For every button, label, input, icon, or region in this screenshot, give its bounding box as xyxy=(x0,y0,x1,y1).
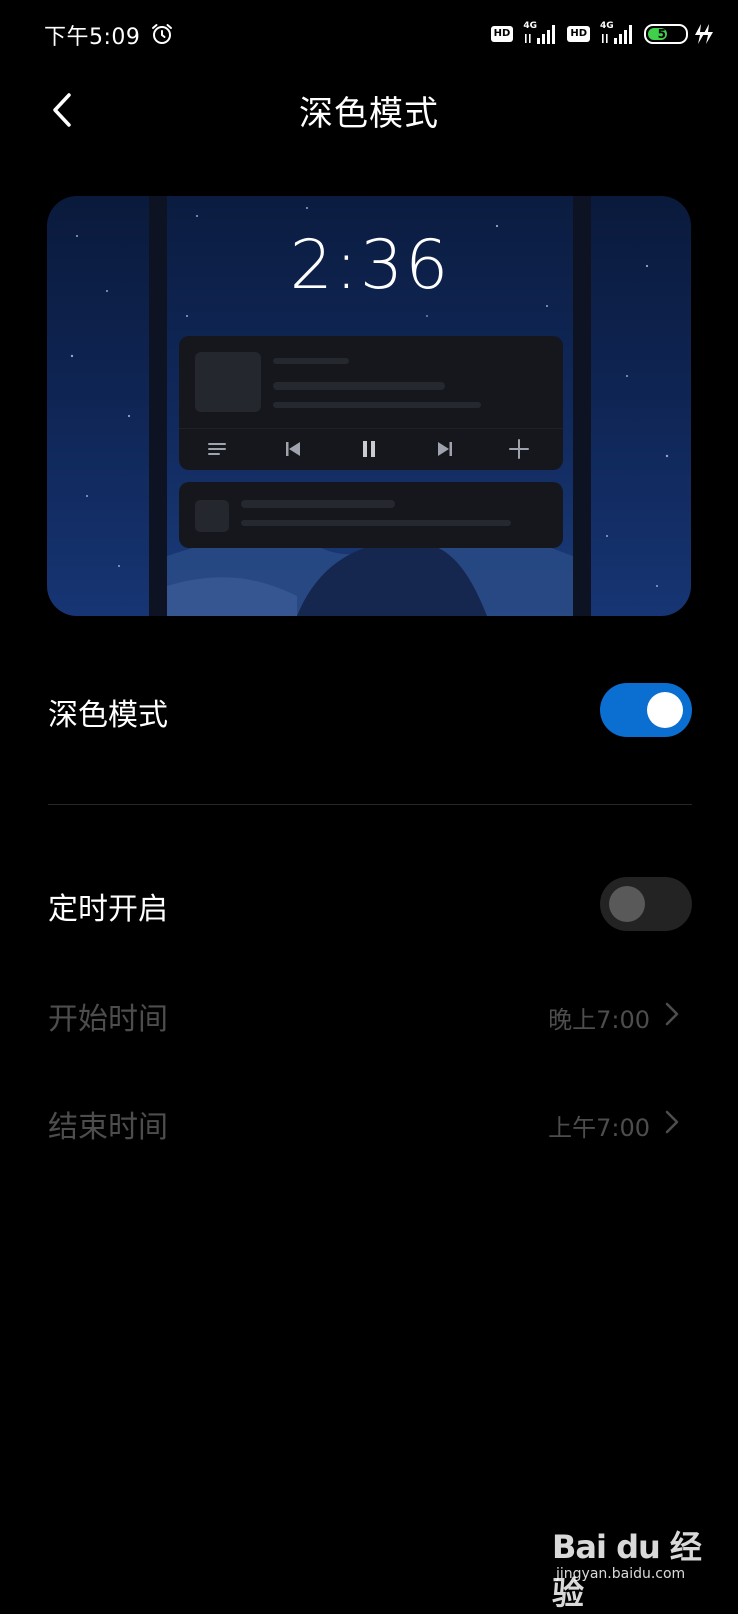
dark-mode-row[interactable]: 深色模式 xyxy=(48,670,692,750)
dark-mode-preview: 2:36 xyxy=(47,196,691,616)
text-placeholder xyxy=(273,358,349,364)
pause-icon xyxy=(355,435,383,463)
chevron-right-icon xyxy=(665,1110,679,1134)
start-time-row[interactable]: 开始时间 晚上7:00 xyxy=(48,974,692,1054)
scheduled-label: 定时开启 xyxy=(48,892,168,927)
phone-screen: 2:36 xyxy=(167,196,573,616)
text-placeholder xyxy=(273,382,445,390)
text-placeholder xyxy=(241,520,511,526)
scheduled-toggle[interactable] xyxy=(600,877,692,931)
hd-badge: HD xyxy=(490,26,514,42)
add-icon xyxy=(505,435,533,463)
battery-icon: 52 xyxy=(644,24,688,44)
dark-mode-label: 深色模式 xyxy=(48,698,168,733)
playlist-icon xyxy=(203,435,231,463)
text-placeholder xyxy=(273,402,481,408)
alarm-icon xyxy=(152,24,172,44)
charging-icon xyxy=(695,24,713,44)
page-title: 深色模式 xyxy=(299,94,439,134)
status-bar: 下午5:09 HD 4G HD 4G 52 xyxy=(0,0,738,70)
signal-icon: 4G xyxy=(600,21,634,46)
phone-bezel xyxy=(149,196,167,616)
next-icon xyxy=(431,435,459,463)
previous-icon xyxy=(279,435,307,463)
app-icon-placeholder xyxy=(195,500,229,532)
music-controls xyxy=(179,428,563,469)
start-time-value: 晚上7:00 xyxy=(548,1006,650,1034)
watermark-url: jingyan.baidu.com xyxy=(556,1566,686,1582)
hd-badge: HD xyxy=(567,26,590,42)
end-time-label: 结束时间 xyxy=(48,1110,168,1145)
section-divider xyxy=(48,804,692,805)
notification-card xyxy=(179,482,563,548)
status-indicators: HD 4G HD 4G 52 xyxy=(490,20,688,48)
text-placeholder xyxy=(241,500,395,508)
preview-clock: 2:36 xyxy=(289,226,451,305)
phone-bezel xyxy=(573,196,591,616)
music-notification-card xyxy=(179,336,563,470)
battery-level: 52 xyxy=(657,27,675,41)
chevron-right-icon xyxy=(665,1002,679,1026)
end-time-value: 上午7:00 xyxy=(548,1114,650,1142)
signal-icon: 4G xyxy=(523,21,557,46)
baidu-jingyan-watermark: Bai du 经验 jingyan.baidu.com xyxy=(552,1514,702,1612)
album-art-placeholder xyxy=(195,352,261,412)
status-time: 下午5:09 xyxy=(44,25,141,50)
end-time-row[interactable]: 结束时间 上午7:00 xyxy=(48,1082,692,1162)
start-time-label: 开始时间 xyxy=(48,1002,168,1037)
toggle-knob xyxy=(647,692,683,728)
scheduled-row[interactable]: 定时开启 xyxy=(48,864,692,944)
toggle-knob xyxy=(609,886,645,922)
dark-mode-toggle[interactable] xyxy=(600,683,692,737)
